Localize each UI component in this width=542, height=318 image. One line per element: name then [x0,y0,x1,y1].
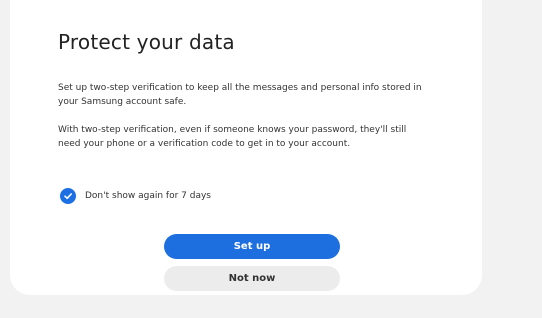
not-now-button[interactable]: Not now [164,266,340,291]
description-paragraph-1: Set up two-step verification to keep all… [58,83,422,107]
checkmark-icon [60,188,76,204]
dont-show-again-label: Don't show again for 7 days [85,191,211,201]
dialog-title: Protect your data [58,30,235,54]
dialog-card: Protect your data Set up two-step verifi… [10,0,482,295]
set-up-button[interactable]: Set up [164,234,340,259]
description-paragraph-2: With two-step verification, even if some… [58,125,407,149]
right-side-panel [484,0,542,318]
dont-show-again-checkbox[interactable]: Don't show again for 7 days [60,188,211,204]
